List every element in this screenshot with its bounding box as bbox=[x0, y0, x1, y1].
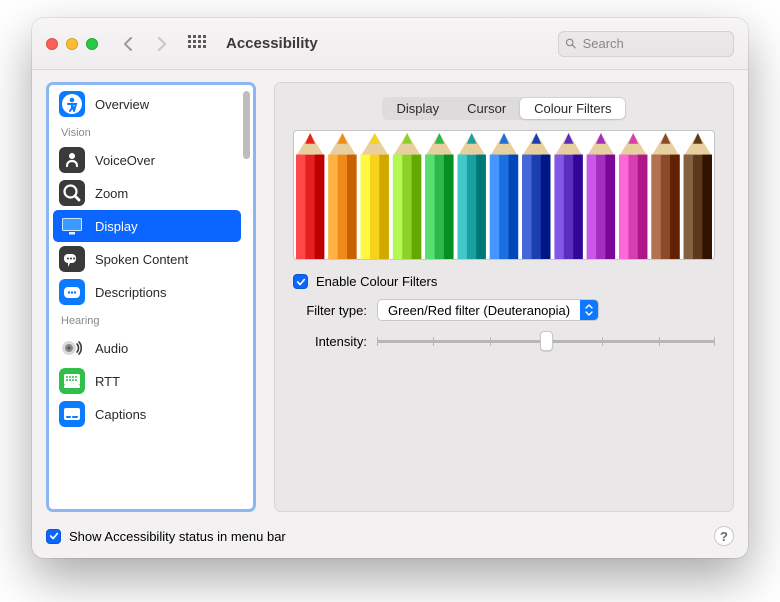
sidebar-item-label: Overview bbox=[95, 97, 149, 112]
search-icon bbox=[565, 37, 577, 50]
nav-buttons bbox=[120, 35, 206, 53]
select-arrows-icon bbox=[580, 300, 598, 320]
audio-icon bbox=[59, 335, 85, 361]
tab-bar: DisplayCursorColour Filters bbox=[382, 97, 627, 120]
filter-type-label: Filter type: bbox=[293, 303, 367, 318]
sidebar-item-label: VoiceOver bbox=[95, 153, 155, 168]
sidebar-item-label: Captions bbox=[95, 407, 146, 422]
back-button[interactable] bbox=[120, 35, 138, 53]
close-window-button[interactable] bbox=[46, 38, 58, 50]
tab-display[interactable]: Display bbox=[383, 98, 454, 119]
intensity-knob[interactable] bbox=[540, 331, 553, 351]
search-input[interactable] bbox=[583, 36, 727, 51]
sidebar-item-label: Spoken Content bbox=[95, 252, 188, 267]
check-icon bbox=[49, 531, 59, 541]
sidebar-item-label: RTT bbox=[95, 374, 120, 389]
captions-icon bbox=[59, 401, 85, 427]
intensity-label: Intensity: bbox=[293, 334, 367, 349]
spoken-icon bbox=[59, 246, 85, 272]
rtt-icon bbox=[59, 368, 85, 394]
chevron-left-icon bbox=[124, 37, 134, 51]
intensity-slider[interactable] bbox=[377, 331, 715, 351]
filter-type-value: Green/Red filter (Deuteranopia) bbox=[378, 303, 580, 318]
enable-colour-filters-checkbox[interactable] bbox=[293, 274, 308, 289]
sidebar-scrollbar[interactable] bbox=[243, 91, 250, 159]
sidebar-item-voiceover[interactable]: VoiceOver bbox=[53, 144, 241, 176]
window-controls bbox=[46, 38, 98, 50]
minimize-window-button[interactable] bbox=[66, 38, 78, 50]
sidebar-item-label: Zoom bbox=[95, 186, 128, 201]
zoom-icon bbox=[59, 180, 85, 206]
colour-preview bbox=[293, 130, 715, 260]
forward-button[interactable] bbox=[152, 35, 170, 53]
enable-colour-filters-label: Enable Colour Filters bbox=[316, 274, 437, 289]
menu-bar-status-checkbox[interactable] bbox=[46, 529, 61, 544]
menu-bar-status-label: Show Accessibility status in menu bar bbox=[69, 529, 286, 544]
tab-colour-filters[interactable]: Colour Filters bbox=[520, 98, 625, 119]
sidebar-item-spoken-content[interactable]: Spoken Content bbox=[53, 243, 241, 275]
sidebar-item-overview[interactable]: Overview bbox=[53, 88, 241, 120]
sidebar-item-label: Display bbox=[95, 219, 138, 234]
overview-icon bbox=[59, 91, 85, 117]
sidebar-item-zoom[interactable]: Zoom bbox=[53, 177, 241, 209]
search-field[interactable] bbox=[558, 31, 734, 57]
sidebar-category: Hearing bbox=[51, 309, 243, 331]
sidebar-item-captions[interactable]: Captions bbox=[53, 398, 241, 430]
settings-panel: DisplayCursorColour Filters Enable Colou… bbox=[274, 82, 734, 512]
toolbar: Accessibility bbox=[32, 18, 748, 70]
window-title: Accessibility bbox=[226, 35, 318, 52]
display-icon bbox=[59, 213, 85, 239]
sidebar-item-label: Descriptions bbox=[95, 285, 167, 300]
sidebar-item-display[interactable]: Display bbox=[53, 210, 241, 242]
sidebar-item-label: Audio bbox=[95, 341, 128, 356]
zoom-window-button[interactable] bbox=[86, 38, 98, 50]
descriptions-icon bbox=[59, 279, 85, 305]
chevron-right-icon bbox=[156, 37, 166, 51]
sidebar-category: Vision bbox=[51, 121, 243, 143]
sidebar-item-descriptions[interactable]: Descriptions bbox=[53, 276, 241, 308]
footer: Show Accessibility status in menu bar ? bbox=[32, 518, 748, 558]
voiceover-icon bbox=[59, 147, 85, 173]
help-button[interactable]: ? bbox=[714, 526, 734, 546]
show-all-button[interactable] bbox=[188, 35, 206, 53]
sidebar-item-audio[interactable]: Audio bbox=[53, 332, 241, 364]
preferences-window: Accessibility Overview Vision VoiceOver Zoo… bbox=[32, 18, 748, 558]
check-icon bbox=[296, 277, 306, 287]
sidebar: Overview Vision VoiceOver Zoom Display Spoken… bbox=[46, 82, 256, 512]
sidebar-item-rtt[interactable]: RTT bbox=[53, 365, 241, 397]
tab-cursor[interactable]: Cursor bbox=[453, 98, 520, 119]
filter-type-select[interactable]: Green/Red filter (Deuteranopia) bbox=[377, 299, 599, 321]
